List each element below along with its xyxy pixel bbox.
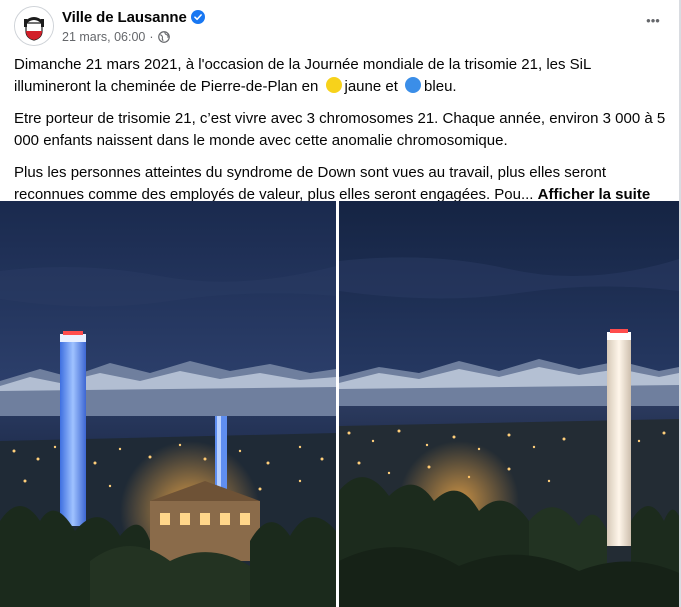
- page-name[interactable]: Ville de Lausanne: [62, 9, 187, 26]
- post-header: Ville de Lausanne 21 mars, 06:00 ·: [14, 6, 664, 46]
- photo-white-chimney[interactable]: [339, 201, 679, 607]
- more-options-button[interactable]: •••: [637, 4, 669, 36]
- paragraph-1-blue-text: bleu.: [424, 78, 457, 95]
- photo-grid: [0, 201, 679, 607]
- post-text: Dimanche 21 mars 2021, à l'occasion de l…: [14, 54, 670, 216]
- paragraph-1: Dimanche 21 mars 2021, à l'occasion de l…: [14, 54, 670, 98]
- coat-of-arms-logo: [15, 7, 53, 45]
- blue-circle-emoji-icon: [405, 77, 422, 93]
- page-avatar[interactable]: [14, 6, 54, 46]
- post-meta: 21 mars, 06:00 ·: [62, 30, 170, 46]
- post-timestamp[interactable]: 21 mars, 06:00: [62, 30, 145, 44]
- paragraph-3-text: Plus les personnes atteintes du syndrome…: [14, 164, 606, 203]
- yellow-circle-emoji-icon: [325, 77, 342, 93]
- meta-separator: ·: [149, 30, 154, 44]
- photo-blue-chimney[interactable]: [0, 201, 336, 607]
- paragraph-1-text: Dimanche 21 mars 2021, à l'occasion de l…: [14, 56, 591, 95]
- verified-badge-icon: [190, 10, 205, 28]
- facebook-post: Ville de Lausanne 21 mars, 06:00 · ••• Di…: [0, 0, 681, 607]
- page-name-link[interactable]: Ville de Lausanne: [62, 9, 205, 28]
- more-options-icon: •••: [646, 12, 660, 28]
- paragraph-2: Etre porteur de trisomie 21, c’est vivre…: [14, 110, 666, 149]
- globe-icon[interactable]: [157, 31, 170, 46]
- paragraph-1-yellow-text: jaune et: [344, 78, 403, 95]
- paragraph-3: Plus les personnes atteintes du syndrome…: [14, 162, 670, 206]
